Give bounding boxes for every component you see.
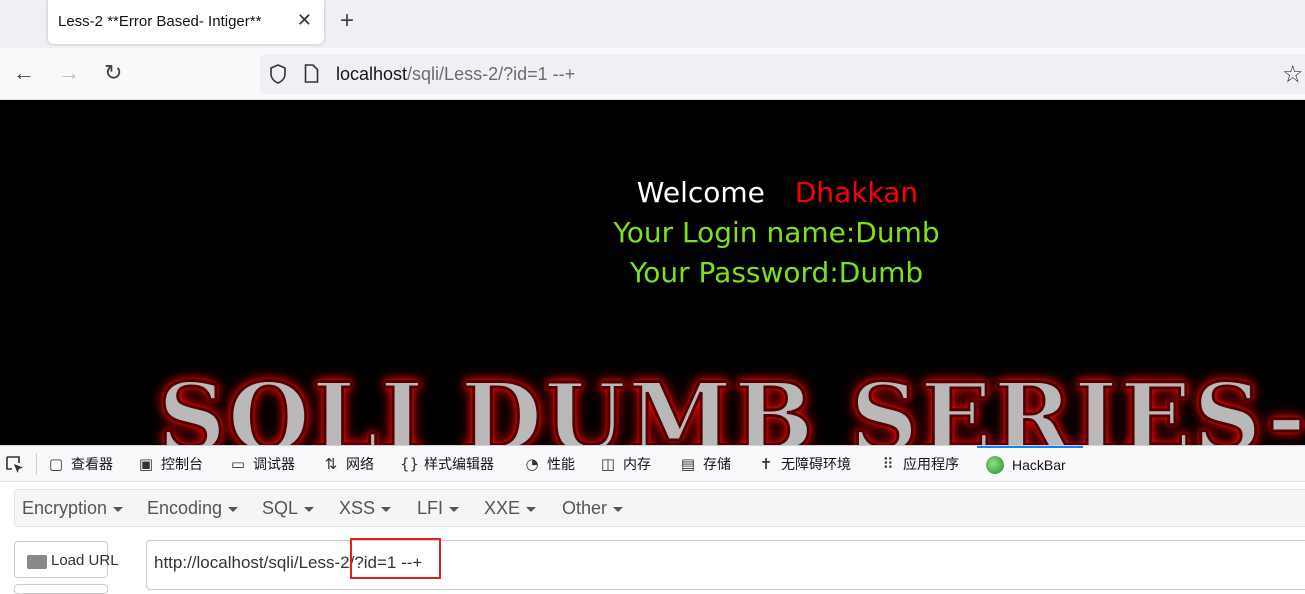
tab-title: Less-2 **Error Based- Intiger** xyxy=(58,13,262,30)
load-url-button[interactable]: Load URL xyxy=(14,541,119,578)
devtools-tab-9[interactable]: ⠿ 应用程序 xyxy=(879,446,960,482)
devtools-tab-6[interactable]: ◫ 内存 xyxy=(599,446,651,482)
forward-button[interactable]: → xyxy=(58,61,80,85)
load-url-icon xyxy=(27,555,47,569)
devtools-tab-7[interactable]: ▤ 存储 xyxy=(679,446,731,482)
split-url-button[interactable] xyxy=(14,584,108,594)
devtools-tab-1[interactable]: ▣ 控制台 xyxy=(137,446,203,482)
hackbar-menu: Encryption Encoding SQL XSS LFI XXE Other xyxy=(14,489,1305,527)
back-button[interactable]: ← xyxy=(13,61,35,85)
inspector-icon: ▢ xyxy=(48,455,64,473)
url-host: localhost xyxy=(336,64,408,84)
hackbar-menu-lfi[interactable]: LFI xyxy=(417,498,460,519)
welcome-name: Dhakkan xyxy=(794,176,919,209)
hackbar-menu-label: Encoding xyxy=(147,498,223,518)
devtools-tab-10[interactable]: HackBar xyxy=(977,446,1083,482)
devtools-tab-label: 应用程序 xyxy=(903,456,959,472)
load-url-label: Load URL xyxy=(51,552,119,569)
devtools-tab-label: 内存 xyxy=(623,456,651,472)
devtools-toolbar: ▢ 查看器 ▣ 控制台 ▭ 调试器 ⇅ 网络 {} 样式编辑器 ◔ 性能 ◫ 内存 ▤ 存储 ✝ 无障碍环境 ⠿ 应用… xyxy=(0,445,1305,482)
devtools-tab-label: 查看器 xyxy=(71,456,113,472)
hackbar-menu-sql[interactable]: SQL xyxy=(262,498,315,519)
hackbar-panel: Encryption Encoding SQL XSS LFI XXE Other Load… xyxy=(0,482,1305,594)
shield-icon[interactable] xyxy=(269,64,287,84)
storage-icon: ▤ xyxy=(680,455,696,473)
page-icon xyxy=(304,64,319,83)
hackbar-url-input[interactable]: http://localhost/sqli/Less-2/?id=1 --+ xyxy=(146,540,1305,590)
devtools-tab-4[interactable]: {} 样式编辑器 xyxy=(400,446,494,482)
page-content: Welcome Dhakkan Your Login name:Dumb Your… xyxy=(0,100,1305,445)
devtools-tab-2[interactable]: ▭ 调试器 xyxy=(229,446,295,482)
tab-strip: Less-2 **Error Based- Intiger** ✕ + xyxy=(0,0,1305,48)
hackbar-menu-label: LFI xyxy=(417,498,444,518)
devtools-tab-label: 性能 xyxy=(547,456,575,472)
bookmark-star-icon[interactable]: ☆ xyxy=(1282,60,1304,89)
browser-tab[interactable]: Less-2 **Error Based- Intiger** ✕ xyxy=(48,0,324,44)
devtools-tab-label: 调试器 xyxy=(253,456,295,472)
hackbar-menu-label: XSS xyxy=(339,498,376,518)
hackbar-menu-xss[interactable]: XSS xyxy=(339,498,392,519)
caret-down-icon xyxy=(613,506,624,512)
hackbar-menu-label: XXE xyxy=(484,498,521,518)
hackbar-menu-encoding[interactable]: Encoding xyxy=(147,498,239,519)
application-icon: ⠿ xyxy=(882,455,894,473)
welcome-line: Welcome Dhakkan xyxy=(0,176,1305,209)
devtools-tab-5[interactable]: ◔ 性能 xyxy=(523,446,575,482)
hackbar-icon xyxy=(986,456,1004,474)
caret-down-icon xyxy=(526,506,537,512)
devtools-tab-0[interactable]: ▢ 查看器 xyxy=(47,446,113,482)
hackbar-menu-label: SQL xyxy=(262,498,299,518)
welcome-text: Welcome xyxy=(636,176,765,209)
hackbar-menu-other[interactable]: Other xyxy=(562,498,624,519)
performance-icon: ◔ xyxy=(525,455,539,473)
login-name-text: Your Login name:Dumb xyxy=(613,216,940,249)
devtools-tab-3[interactable]: ⇅ 网络 xyxy=(322,446,374,482)
caret-down-icon xyxy=(113,506,124,512)
memory-icon: ◫ xyxy=(600,455,616,473)
network-icon: ⇅ xyxy=(324,455,338,473)
accessibility-icon: ✝ xyxy=(759,455,773,473)
devtools-tab-label: 控制台 xyxy=(161,456,203,472)
devtools-tab-label: 网络 xyxy=(346,456,374,472)
banner-image: SQLI DUMB SERIES- xyxy=(157,363,1305,446)
devtools-tab-label: 样式编辑器 xyxy=(424,456,494,472)
url-path: /sqli/Less-2/?id=1 --+ xyxy=(407,64,576,84)
address-bar[interactable]: localhost/sqli/Less-2/?id=1 --+ ☆ xyxy=(260,54,1305,94)
debugger-icon: ▭ xyxy=(230,455,246,473)
password-text: Your Password:Dumb xyxy=(629,256,924,289)
navigation-bar: ← → ↻ localhost/sqli/Less-2/?id=1 --+ ☆ xyxy=(0,48,1305,100)
console-icon: ▣ xyxy=(138,455,154,473)
hackbar-menu-label: Other xyxy=(562,498,608,518)
hackbar-menu-encryption[interactable]: Encryption xyxy=(22,498,124,519)
hackbar-menu-label: Encryption xyxy=(22,498,108,518)
caret-down-icon xyxy=(449,506,460,512)
reload-button[interactable]: ↻ xyxy=(104,61,122,85)
highlight-annotation xyxy=(350,538,441,579)
devtools-tab-label: 无障碍环境 xyxy=(781,456,851,472)
element-picker-icon[interactable] xyxy=(5,455,25,475)
caret-down-icon xyxy=(381,506,392,512)
devtools-tab-label: 存储 xyxy=(703,456,731,472)
url-text[interactable]: localhost/sqli/Less-2/?id=1 --+ xyxy=(336,64,575,85)
hackbar-menu-xxe[interactable]: XXE xyxy=(484,498,537,519)
style-editor-icon: {} xyxy=(400,455,420,473)
close-icon[interactable]: ✕ xyxy=(297,10,312,31)
toolbar-divider xyxy=(36,453,37,475)
devtools-tab-8[interactable]: ✝ 无障碍环境 xyxy=(757,446,851,482)
caret-down-icon xyxy=(304,506,315,512)
new-tab-button[interactable]: + xyxy=(340,8,354,34)
devtools-tab-label: HackBar xyxy=(1012,457,1066,473)
caret-down-icon xyxy=(228,506,239,512)
